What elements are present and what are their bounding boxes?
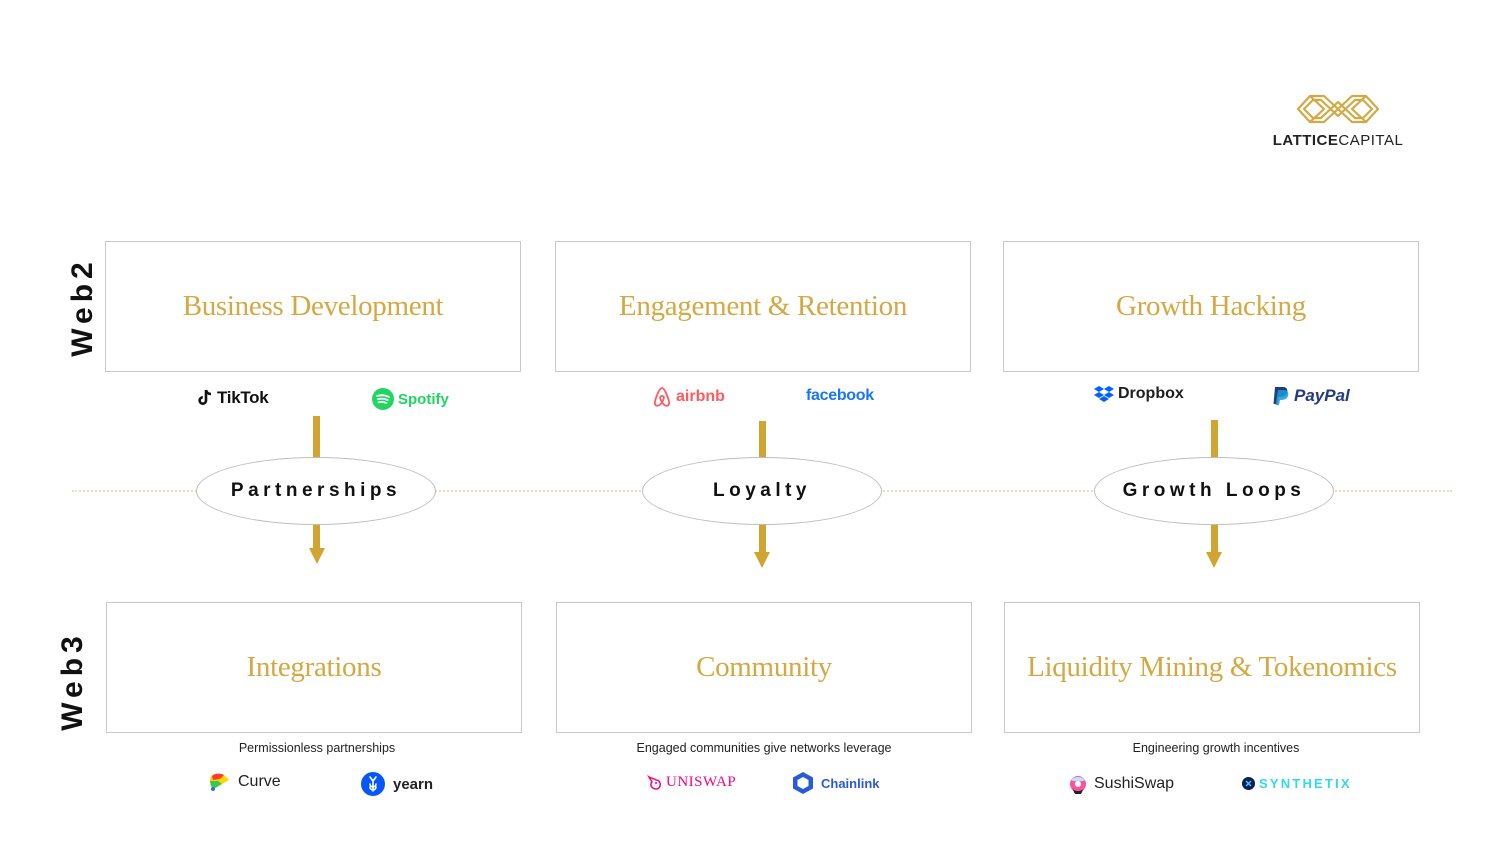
web2-box-growth-hacking: Growth Hacking: [1003, 241, 1419, 372]
logo-airbnb: airbnb: [652, 386, 725, 408]
row-label-web3: Web3: [56, 631, 89, 731]
lattice-capital-logo: LATTICECAPITAL: [1258, 92, 1418, 149]
arrow-shaft-top: [1211, 420, 1218, 458]
arrow-shaft-bottom: [759, 523, 766, 553]
logo-paypal: PayPal: [1272, 386, 1350, 406]
bridge-label: Loyalty: [712, 480, 812, 501]
bridge-label: Growth Loops: [1122, 480, 1306, 501]
box-title: Integrations: [246, 651, 382, 683]
synthetix-icon: [1242, 777, 1255, 790]
logo-synthetix: SYNTHETIX: [1242, 776, 1352, 791]
arrow-down-icon: [754, 552, 770, 568]
logo-label: Spotify: [398, 390, 449, 408]
web2-box-business-development: Business Development: [105, 241, 521, 372]
web3-box-liquidity-mining: Liquidity Mining & Tokenomics: [1004, 602, 1420, 733]
logo-label: Curve: [238, 773, 281, 790]
logo-tiktok: TikTok: [197, 388, 269, 408]
box-title: Growth Hacking: [1116, 290, 1306, 322]
web3-box-integrations: Integrations: [106, 602, 522, 733]
logo-uniswap: UNISWAP: [647, 774, 736, 791]
dropbox-icon: [1094, 386, 1114, 402]
bridge-label: Partnerships: [230, 480, 402, 501]
bridge-growth-loops: Growth Loops: [1094, 457, 1334, 525]
tiktok-icon: [198, 389, 212, 405]
caption-community: Engaged communities give networks levera…: [636, 741, 892, 755]
logo-label: Chainlink: [821, 775, 880, 791]
airbnb-icon: [653, 387, 671, 407]
web2-box-engagement-retention: Engagement & Retention: [555, 241, 971, 372]
caption-liquidity-mining: Engineering growth incentives: [1132, 741, 1300, 755]
box-title: Engagement & Retention: [618, 290, 908, 322]
logo-label: Dropbox: [1118, 385, 1184, 402]
logo-dropbox: Dropbox: [1094, 385, 1184, 403]
logo-label: UNISWAP: [666, 774, 737, 790]
bridge-partnerships: Partnerships: [196, 457, 436, 525]
logo-label: SushiSwap: [1094, 775, 1175, 792]
box-title: Community: [696, 651, 832, 683]
logo-facebook: facebook: [806, 387, 874, 405]
arrow-shaft-top: [313, 416, 320, 458]
spotify-icon: [372, 388, 394, 410]
web3-box-community: Community: [556, 602, 972, 733]
logo-chainlink: Chainlink: [792, 771, 880, 795]
uniswap-icon: [647, 774, 661, 790]
logo-spotify: Spotify: [372, 388, 449, 410]
logo-sushiswap: SushiSwap: [1068, 773, 1174, 795]
arrow-shaft-top: [759, 421, 766, 458]
logo-yearn: yearn: [361, 772, 433, 796]
arrow-down-icon: [1206, 552, 1222, 568]
logo-label: facebook: [806, 387, 874, 404]
arrow-down-icon: [309, 548, 325, 564]
caption-integrations: Permissionless partnerships: [238, 741, 396, 755]
logo-curve: Curve: [208, 772, 281, 792]
sushiswap-icon: [1070, 776, 1086, 794]
box-title: Business Development: [182, 290, 444, 322]
brand-name: LATTICECAPITAL: [1272, 132, 1404, 149]
paypal-icon: [1273, 387, 1289, 405]
logo-label: TikTok: [217, 388, 269, 407]
arrow-shaft-bottom: [313, 523, 320, 550]
chainlink-icon: [793, 772, 813, 794]
curve-icon: [210, 773, 229, 791]
row-label-web2: Web2: [66, 257, 99, 357]
arrow-shaft-bottom: [1211, 523, 1218, 553]
logo-label: PayPal: [1294, 386, 1350, 405]
box-title: Liquidity Mining & Tokenomics: [1027, 651, 1397, 683]
yearn-icon: [361, 772, 385, 796]
logo-label: yearn: [393, 775, 434, 793]
logo-label: SYNTHETIX: [1259, 776, 1352, 791]
lattice-mark-icon: [1296, 94, 1380, 124]
bridge-loyalty: Loyalty: [642, 457, 882, 525]
logo-label: airbnb: [676, 388, 725, 405]
